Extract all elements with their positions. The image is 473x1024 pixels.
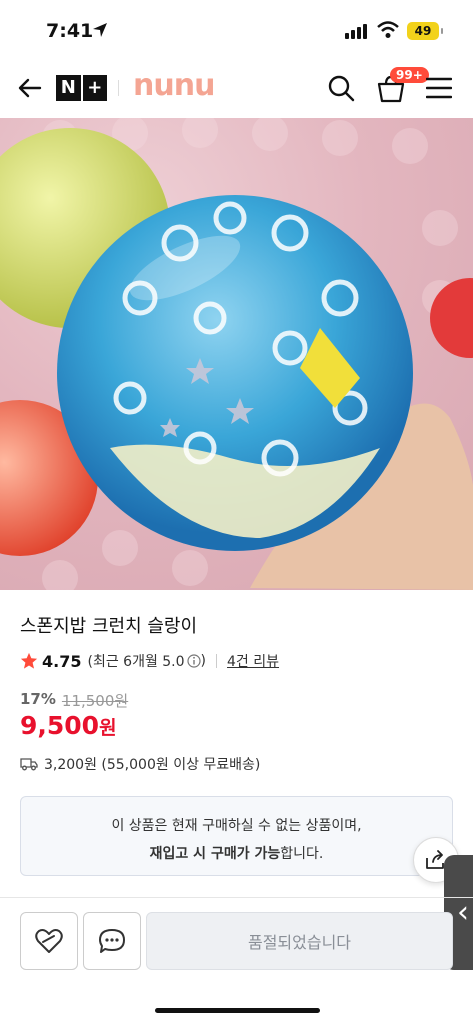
store-logo[interactable]: nunu: [133, 68, 215, 103]
product-title: 스폰지밥 크런치 슬랑이: [20, 616, 198, 637]
discount-row: 17% 11,500원: [20, 690, 128, 711]
hamburger-menu-icon[interactable]: [426, 76, 452, 100]
shipping-info: 3,200원 (55,000원 이상 무료배송): [20, 754, 260, 774]
chat-bubble-icon: [99, 929, 125, 953]
product-image[interactable]: [0, 118, 473, 590]
original-price: 11,500원: [61, 692, 129, 710]
battery-level: 49: [414, 24, 432, 38]
top-nav: N + nunu 99+: [0, 62, 473, 118]
soldout-button[interactable]: 품절되었습니다: [146, 912, 453, 970]
cellular-signal-icon: [345, 24, 367, 39]
cart-count-badge: 99+: [390, 67, 429, 83]
bottom-divider: [0, 897, 473, 898]
rating-separator: [216, 654, 218, 668]
review-count-link[interactable]: 4건 리뷰: [227, 651, 279, 671]
unavailable-notice: 이 상품은 현재 구매하실 수 없는 상품이며, 재입고 시 구매가 가능합니다…: [20, 796, 453, 876]
status-time: 7:41: [46, 20, 94, 42]
shipping-text: 3,200원 (55,000원 이상 무료배송): [44, 757, 261, 773]
wifi-icon: [377, 21, 399, 38]
star-icon: [20, 652, 38, 669]
header-divider: [118, 80, 119, 96]
location-arrow-icon: [93, 23, 107, 37]
sale-price-value: 9,500: [20, 711, 100, 740]
sale-price-unit: 원: [99, 717, 117, 739]
home-indicator[interactable]: [155, 1008, 320, 1013]
rating-score: 4.75: [42, 651, 82, 671]
notice-line-2-rest: 합니다.: [280, 846, 324, 862]
notice-line-1: 이 상품은 현재 구매하실 수 없는 상품이며,: [111, 818, 362, 834]
side-tab-chevron: ‹: [457, 895, 469, 930]
notice-line-2: 재입고 시 구매가 가능합니다.: [21, 843, 452, 863]
wishlist-button[interactable]: [20, 912, 78, 970]
nplus-plus: +: [82, 75, 107, 101]
sale-price: 9,500원: [20, 711, 117, 740]
heart-icon: [35, 929, 63, 953]
battery-icon: 49: [407, 22, 443, 40]
chat-button[interactable]: [83, 912, 141, 970]
recent-rating-close: ): [200, 653, 207, 669]
discount-percent: 17%: [20, 690, 56, 708]
recent-rating: (최근 6개월 5.0: [87, 654, 185, 670]
back-arrow-icon[interactable]: [16, 74, 44, 102]
nplus-logo[interactable]: N +: [56, 75, 107, 101]
rating-row: 4.75 (최근 6개월 5.0 ) 4건 리뷰: [20, 651, 279, 671]
status-bar: 7:41 49: [0, 0, 473, 62]
truck-icon: [20, 758, 38, 771]
info-icon[interactable]: [186, 654, 201, 668]
nplus-n: N: [56, 75, 81, 101]
notice-line-2-bold: 재입고 시 구매가 가능: [149, 846, 281, 862]
search-icon[interactable]: [327, 74, 355, 102]
